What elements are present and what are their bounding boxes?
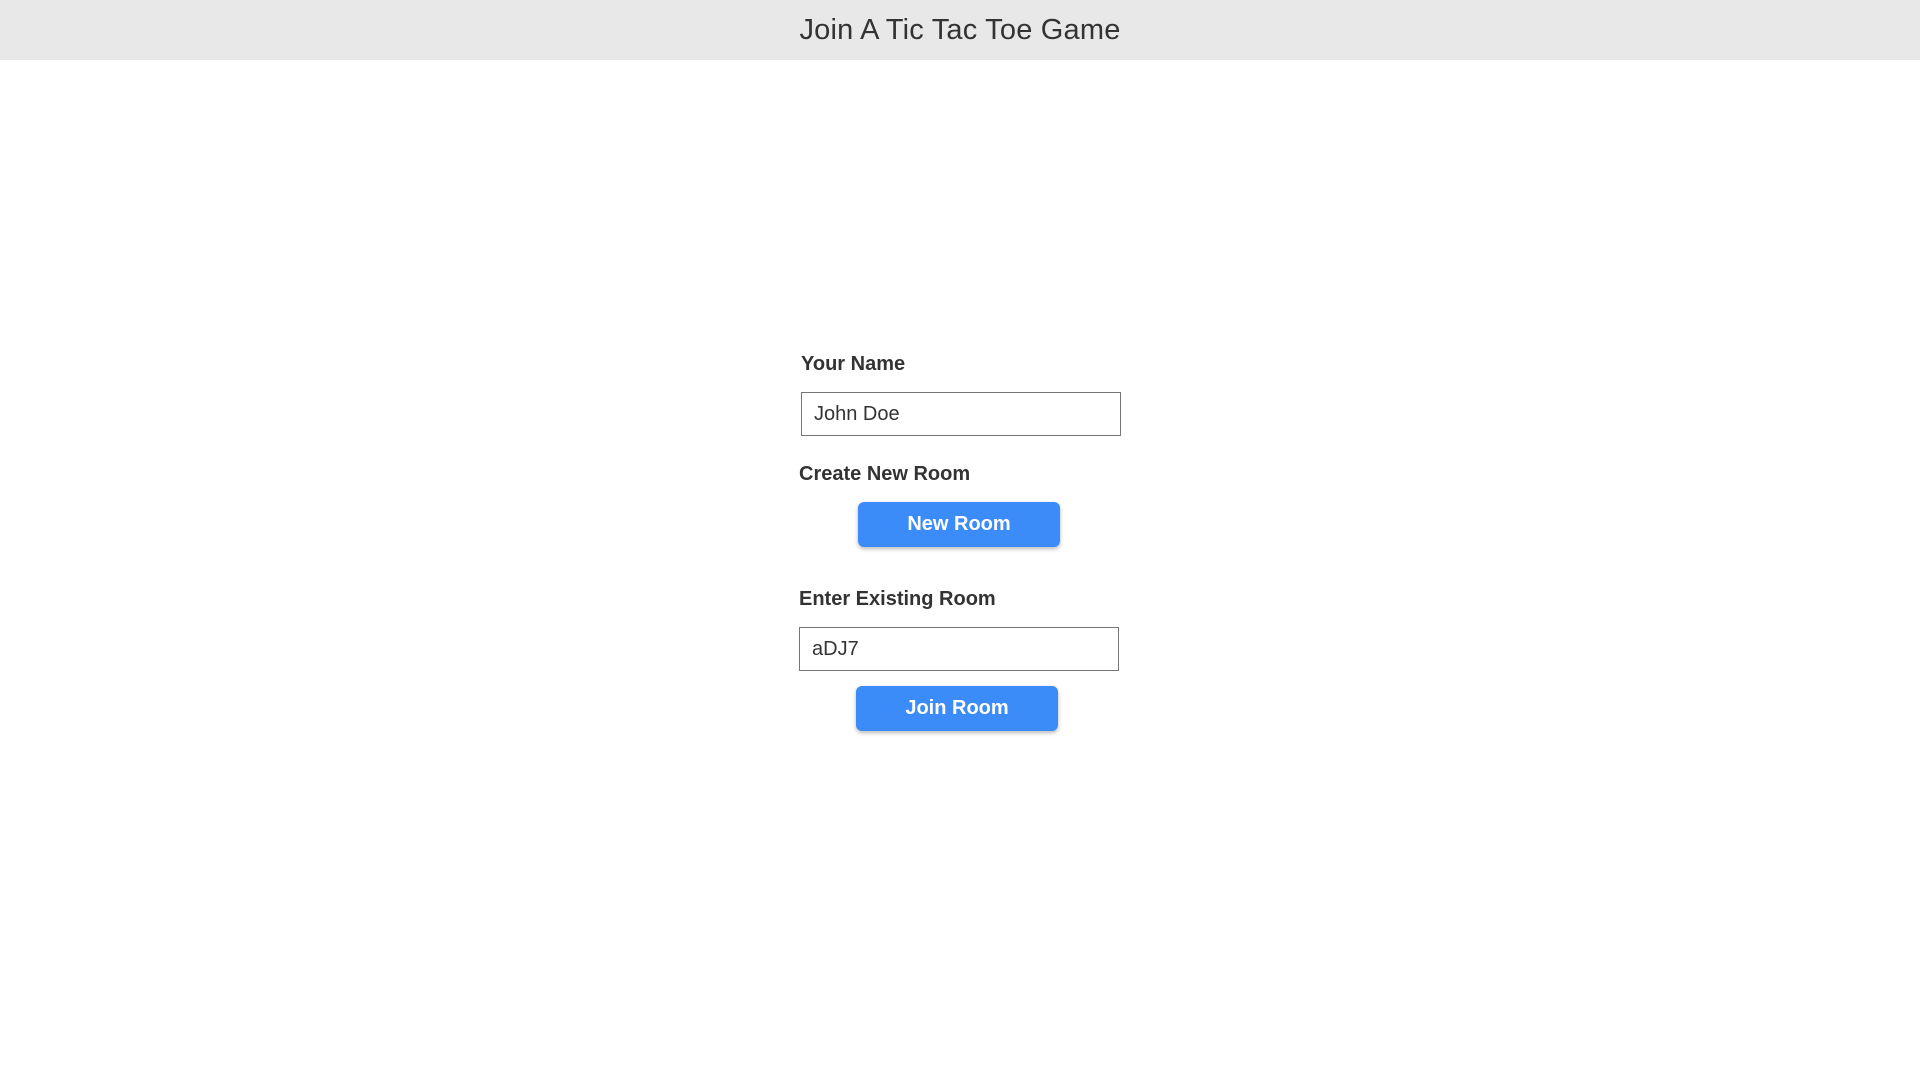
your-name-label: Your Name: [801, 353, 906, 375]
create-new-room-label: Create New Room: [799, 463, 971, 485]
new-room-button[interactable]: New Room: [858, 502, 1060, 547]
join-room-button[interactable]: Join Room: [856, 686, 1058, 731]
enter-existing-room-label: Enter Existing Room: [799, 588, 996, 610]
page-header: Join A Tic Tac Toe Game: [0, 0, 1920, 60]
name-input[interactable]: [801, 392, 1121, 436]
page-title: Join A Tic Tac Toe Game: [799, 13, 1121, 46]
room-code-input[interactable]: [799, 627, 1119, 671]
